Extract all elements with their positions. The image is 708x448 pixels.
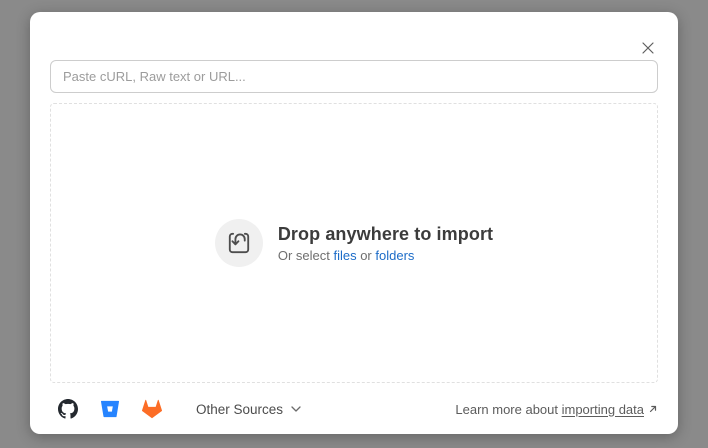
- external-link-icon: [649, 405, 657, 413]
- import-icon-circle: [214, 219, 263, 267]
- import-url-input[interactable]: [50, 60, 658, 93]
- close-icon: [642, 42, 654, 54]
- select-folders-link[interactable]: folders: [375, 248, 414, 263]
- close-button[interactable]: [636, 36, 660, 60]
- import-dialog: Drop anywhere to import Or select files …: [30, 12, 678, 434]
- dropzone-title: Drop anywhere to import: [277, 223, 494, 244]
- gitlab-source-button[interactable]: [142, 399, 162, 419]
- learn-more-prefix: Learn more about: [455, 401, 562, 417]
- dropzone-subtitle: Or select files or folders: [278, 248, 493, 264]
- select-files-link[interactable]: files: [333, 248, 356, 263]
- dialog-footer: Other Sources Learn more about importing…: [50, 396, 658, 422]
- learn-more: Learn more about importing data: [455, 402, 658, 417]
- bitbucket-source-button[interactable]: [100, 399, 120, 419]
- github-icon: [58, 399, 78, 419]
- gitlab-icon: [142, 399, 162, 419]
- import-tray-icon: [228, 232, 249, 254]
- other-sources-label: Other Sources: [196, 401, 284, 417]
- subtitle-conjunction: or: [356, 247, 376, 263]
- drop-zone[interactable]: Drop anywhere to import Or select files …: [50, 103, 658, 383]
- other-sources-dropdown[interactable]: Other Sources: [196, 402, 301, 417]
- dropzone-text: Drop anywhere to import Or select files …: [278, 223, 493, 264]
- chevron-down-icon: [291, 406, 301, 412]
- subtitle-prefix: Or select: [277, 247, 334, 263]
- bitbucket-icon: [101, 400, 119, 418]
- importing-data-link[interactable]: importing data: [562, 402, 644, 417]
- modal-overlay: Drop anywhere to import Or select files …: [0, 0, 708, 448]
- source-buttons: Other Sources: [58, 399, 301, 419]
- github-source-button[interactable]: [58, 399, 78, 419]
- dropzone-content: Drop anywhere to import Or select files …: [214, 219, 493, 267]
